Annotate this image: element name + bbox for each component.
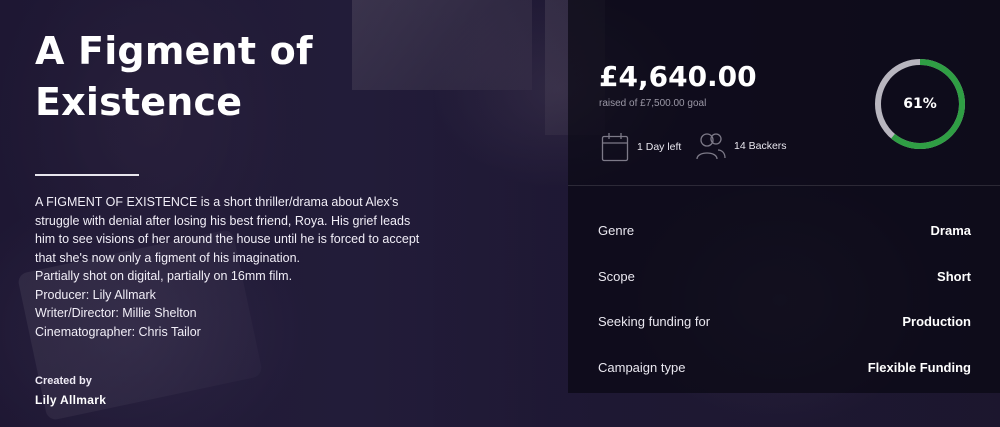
detail-value: Short (937, 268, 971, 284)
detail-row-scope: Scope Short (598, 254, 971, 300)
funding-panel: £4,640.00 raised of £7,500.00 goal 1 Day… (568, 0, 1000, 393)
backers-stat: 14 Backers (696, 132, 787, 160)
detail-label: Scope (598, 268, 635, 284)
description-line: Partially shot on digital, partially on … (35, 269, 293, 283)
detail-row-genre: Genre Drama (598, 208, 971, 254)
description-line: Cinematographer: Chris Tailor (35, 324, 201, 339)
funding-progress-ring: 61% (873, 57, 967, 151)
detail-value: Flexible Funding (867, 359, 971, 375)
users-icon (696, 133, 726, 160)
campaign-title: A Figment of Existence (35, 29, 313, 124)
detail-row-campaign-type: Campaign type Flexible Funding (598, 345, 971, 391)
calendar-icon (601, 133, 629, 162)
created-by-label: Created by (35, 375, 92, 387)
description-line: A FIGMENT OF EXISTENCE is a short thrill… (35, 195, 399, 209)
creator-name[interactable]: Lily Allmark (35, 393, 106, 407)
backers-text: 14 Backers (734, 140, 787, 152)
days-left-text: 1 Day left (637, 141, 682, 153)
detail-label: Genre (598, 223, 635, 238)
detail-value: Production (902, 314, 971, 329)
goal-text: raised of £7,500.00 goal (599, 98, 707, 109)
description-line: him to see visions of her around the hou… (35, 232, 420, 246)
days-left-stat: 1 Day left (601, 132, 681, 162)
detail-label: Seeking funding for (598, 314, 711, 329)
title-divider (35, 174, 139, 176)
detail-value: Drama (930, 223, 971, 238)
detail-row-seeking-funding: Seeking funding for Production (598, 299, 971, 345)
progress-percent: 61% (903, 96, 937, 112)
description-line: Writer/Director: Millie Shelton (35, 306, 197, 320)
raised-amount: £4,640.00 (599, 60, 757, 93)
detail-label: Campaign type (598, 359, 686, 375)
panel-divider (568, 185, 1000, 186)
campaign-description: A FIGMENT OF EXISTENCE is a short thrill… (35, 193, 475, 341)
campaign-details: Genre Drama Scope Short Seeking funding … (598, 208, 971, 390)
description-line: that she's now only a figment of his ima… (35, 250, 301, 265)
description-line: struggle with denial after losing his be… (35, 213, 411, 228)
description-line: Producer: Lily Allmark (35, 287, 156, 302)
